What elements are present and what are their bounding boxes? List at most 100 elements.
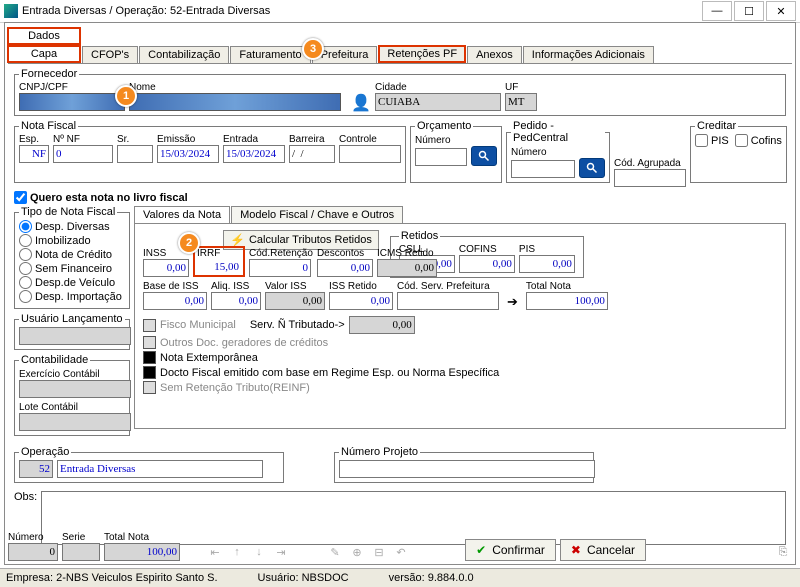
group-pedido: Pedido - PedCentral Número — [506, 120, 610, 183]
agrupada-field[interactable] — [614, 169, 686, 187]
check-icon: ✔ — [476, 543, 486, 557]
check-extemp[interactable] — [143, 351, 156, 364]
tool-icon-2[interactable]: ⊕ — [348, 543, 366, 561]
entrada-field[interactable] — [223, 145, 285, 163]
exercicio-field — [19, 380, 131, 398]
lightning-icon: ⚡ — [230, 233, 245, 247]
tab-info-adicionais[interactable]: Informações Adicionais — [523, 46, 654, 63]
ped-num-field[interactable] — [511, 160, 575, 178]
radio-desp-veiculo[interactable]: Desp.de Veículo — [19, 276, 125, 289]
pis-field[interactable] — [519, 255, 575, 273]
codserv-field[interactable] — [397, 292, 499, 310]
tool-icon-3[interactable]: ⊟ — [370, 543, 388, 561]
orc-num-field[interactable] — [415, 148, 467, 166]
tab-contabilizacao[interactable]: Contabilização — [139, 46, 229, 63]
nav-next-icon[interactable]: ↓ — [250, 543, 268, 561]
group-notafiscal: Nota Fiscal Esp. Nº NF Sr. Emissão Entra… — [14, 120, 406, 183]
group-operacao: Operação — [14, 446, 284, 483]
lbl-uf: UF — [505, 82, 537, 93]
status-versao: versão: 9.884.0.0 — [389, 572, 474, 584]
tab-prefeitura[interactable]: Prefeitura — [312, 46, 378, 63]
emissao-field[interactable] — [157, 145, 219, 163]
radio-nota-credito[interactable]: Nota de Crédito — [19, 248, 125, 261]
ftr-lbl-total: Total Nota — [104, 532, 180, 543]
oper-desc-field[interactable] — [57, 460, 263, 478]
subtab-valores[interactable]: Valores da Nota — [134, 206, 230, 223]
ftr-num-field — [8, 543, 58, 561]
desc-field[interactable] — [317, 259, 373, 277]
status-usuario: Usuário: NBSDOC — [258, 572, 349, 584]
exit-icon[interactable]: ⎘ — [774, 543, 792, 561]
legend-cont: Contabilidade — [19, 354, 90, 366]
legend-ped: Pedido - PedCentral — [511, 120, 605, 144]
issret-field[interactable] — [329, 292, 393, 310]
radio-imobilizado[interactable]: Imobilizado — [19, 234, 125, 247]
esp-field[interactable] — [19, 145, 49, 163]
lbl-barreira: Barreira — [289, 134, 335, 145]
lbl-obs: Obs: — [14, 491, 37, 503]
lbl-emissao: Emissão — [157, 134, 219, 145]
controle-field[interactable] — [339, 145, 401, 163]
subtab-modelo[interactable]: Modelo Fiscal / Chave e Outros — [231, 206, 403, 223]
ped-search-button[interactable] — [579, 158, 605, 178]
lbl-issret: ISS Retido — [329, 281, 393, 292]
barreira-field[interactable] — [289, 145, 335, 163]
lbl-outros: Outros Doc. geradores de créditos — [160, 337, 328, 349]
tab-capa[interactable]: Capa — [7, 45, 81, 63]
x-icon: ✖ — [571, 543, 581, 557]
check-livro-fiscal[interactable]: Quero esta nota no livro fiscal — [14, 191, 786, 204]
ftr-lbl-num: Número — [8, 532, 58, 543]
cnpj-field[interactable] — [19, 93, 125, 111]
tab-faturamento[interactable]: Faturamento — [230, 46, 310, 63]
tab-dados[interactable]: Dados — [7, 27, 81, 45]
lbl-lote: Lote Contábil — [19, 402, 78, 413]
irrf-field[interactable] — [197, 259, 241, 275]
close-button[interactable]: ✕ — [766, 1, 796, 21]
tool-icon-1[interactable]: ✎ — [326, 543, 344, 561]
lbl-inss: INSS — [143, 248, 189, 259]
nav-prev-icon[interactable]: ↑ — [228, 543, 246, 561]
tab-anexos[interactable]: Anexos — [467, 46, 522, 63]
group-usuario: Usuário Lançamento — [14, 313, 130, 350]
check-docto[interactable] — [143, 366, 156, 379]
footer-bar: Número Serie Total Nota ⇤ ↑ ↓ ⇥ ✎ ⊕ ⊟ ↶ … — [8, 531, 792, 561]
uf-field[interactable] — [505, 93, 537, 111]
codret-field[interactable] — [249, 259, 311, 277]
inss-field[interactable] — [143, 259, 189, 277]
nav-last-icon[interactable]: ⇥ — [272, 543, 290, 561]
maximize-button[interactable]: ☐ — [734, 1, 764, 21]
sr-field[interactable] — [117, 145, 153, 163]
button-calcular-tributos[interactable]: ⚡Calcular Tributos Retidos — [223, 230, 379, 250]
tool-icon-4[interactable]: ↶ — [392, 543, 410, 561]
baseiss-field[interactable] — [143, 292, 207, 310]
radio-desp-importacao[interactable]: Desp. Importação — [19, 290, 125, 303]
totalnota-field[interactable] — [526, 292, 608, 310]
orc-search-button[interactable] — [471, 146, 497, 166]
button-cancelar[interactable]: ✖Cancelar — [560, 539, 646, 561]
group-creditar: Creditar PIS Cofins — [690, 120, 787, 183]
tab-retencoes-pf[interactable]: Retenções PF — [378, 45, 466, 63]
ftr-lbl-serie: Serie — [62, 532, 100, 543]
minimize-button[interactable]: — — [702, 1, 732, 21]
check-cofins[interactable]: Cofins — [735, 134, 782, 147]
nome-field[interactable] — [129, 93, 341, 111]
lbl-valoriss: Valor ISS — [265, 281, 325, 292]
lbl-nnf: Nº NF — [53, 134, 113, 145]
cofins-field[interactable] — [459, 255, 515, 273]
legend-nf: Nota Fiscal — [19, 120, 78, 132]
radio-desp-diversas[interactable]: Desp. Diversas — [19, 220, 125, 233]
lbl-totalnota: Total Nota — [526, 281, 608, 292]
check-pis[interactable]: PIS — [695, 134, 729, 147]
radio-sem-financeiro[interactable]: Sem Financeiro — [19, 262, 125, 275]
nav-first-icon[interactable]: ⇤ — [206, 543, 224, 561]
lbl-orc-num: Número — [415, 135, 451, 146]
main-frame: Dados Capa CFOP's Contabilização Faturam… — [4, 22, 796, 565]
nnf-field[interactable] — [53, 145, 113, 163]
tab-cfops[interactable]: CFOP's — [82, 46, 138, 63]
group-contabilidade: Contabilidade Exercício Contábil Lote Co… — [14, 354, 130, 436]
aliqiss-field[interactable] — [211, 292, 261, 310]
button-confirmar[interactable]: ✔Confirmar — [465, 539, 556, 561]
legend-usu: Usuário Lançamento — [19, 313, 125, 325]
cidade-field[interactable] — [375, 93, 501, 111]
projeto-field[interactable] — [339, 460, 595, 478]
